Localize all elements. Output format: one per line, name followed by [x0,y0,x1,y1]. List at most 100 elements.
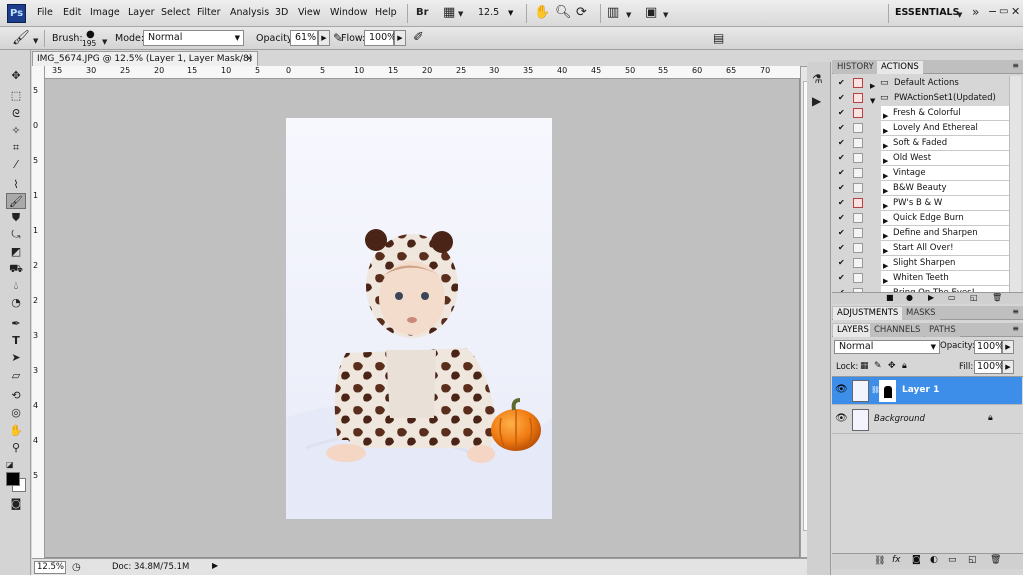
link-layers-icon[interactable]: ⛓ [874,556,885,566]
actions-scrollbar[interactable] [1009,76,1021,292]
dialog-toggle-icon[interactable] [853,123,863,133]
tab-masks[interactable]: MASKS [902,307,940,320]
new-layer-icon[interactable]: ◱ [968,555,977,565]
menu-filter[interactable]: Filter [197,7,221,18]
chevron-down-icon[interactable]: ▼ [663,8,668,22]
checkmark-icon[interactable]: ✔ [838,274,846,282]
foreground-color-swatch[interactable] [6,472,20,486]
new-group-icon[interactable]: ▭ [948,555,957,565]
zoom-tool-icon[interactable]: ⚲ [6,440,26,456]
panel-menu-icon[interactable]: ≡ [1012,307,1019,316]
dialog-toggle-icon[interactable] [853,228,863,238]
3d-orbit-tool-icon[interactable]: ◎ [6,405,26,421]
action-row[interactable]: ✔ ▶ B&W Beauty [834,181,1009,196]
chevron-down-icon[interactable]: ▼ [626,8,631,22]
menu-select[interactable]: Select [161,7,190,18]
stop-icon[interactable]: ■ [886,293,894,302]
menu-edit[interactable]: Edit [63,7,81,18]
arrange-documents-icon[interactable]: ▥ [607,6,619,20]
dialog-toggle-icon[interactable] [853,78,863,88]
actions-panel-icon[interactable]: ▶ [812,94,821,108]
tab-adjustments[interactable]: ADJUSTMENTS [833,307,903,320]
action-row[interactable]: ✔ ▶ Soft & Faded [834,136,1009,151]
brush-tool-preset-icon[interactable]: 🖌︎ [12,31,30,45]
action-row[interactable]: ✔ ▶ Vintage [834,166,1009,181]
action-set-row[interactable]: ✔ ▶ ▭ Default Actions [834,76,1009,91]
eye-icon[interactable]: 👁︎ [835,384,848,395]
menu-window[interactable]: Window [330,7,367,18]
action-row[interactable]: ✔ ▶ Quick Edge Burn [834,211,1009,226]
3d-rotate-tool-icon[interactable]: ⟲ [6,388,26,404]
path-selection-tool-icon[interactable]: ➤ [6,350,26,366]
rotate-view-icon[interactable]: ⟳ [576,6,587,20]
opacity-slider-button[interactable]: ▶ [318,30,330,46]
action-row[interactable]: ✔ ▶ PW's B & W [834,196,1009,211]
dialog-toggle-icon[interactable] [853,243,863,253]
checkmark-icon[interactable]: ✔ [838,184,846,192]
crop-tool-icon[interactable]: ⌗ [6,140,26,156]
preview-icon[interactable]: ◷ [72,561,81,575]
document-tab[interactable]: IMG_5674.JPG @ 12.5% (Layer 1, Layer Mas… [32,51,258,78]
clone-stamp-tool-icon[interactable]: ⛊ [6,210,26,226]
document-image[interactable] [286,118,552,519]
layer-mask-thumbnail[interactable] [879,380,896,402]
add-mask-icon[interactable]: ◙ [912,555,921,565]
checkmark-icon[interactable]: ✔ [838,169,846,177]
dialog-toggle-icon[interactable] [853,273,863,283]
dialog-toggle-icon[interactable] [853,183,863,193]
tab-channels[interactable]: CHANNELS [870,324,925,337]
action-row[interactable]: ✔ ▶ Lovely And Ethereal [834,121,1009,136]
action-row[interactable]: ✔ ▶ Old West [834,151,1009,166]
action-row[interactable]: ✔ ▶ Whiten Teeth [834,271,1009,286]
menu-view[interactable]: View [298,7,321,18]
dialog-toggle-icon[interactable] [853,168,863,178]
brush-panel-icon[interactable]: ▤ [713,31,724,45]
dialog-toggle-icon[interactable] [853,108,863,118]
layer-opacity-slider[interactable]: ▶ [1002,340,1014,354]
checkmark-icon[interactable]: ✔ [838,259,846,267]
hand-tool-icon[interactable]: ✋ [6,423,26,439]
history-panel-icon[interactable]: ⚗ [812,72,823,86]
menu-help[interactable]: Help [375,7,397,18]
lock-position-icon[interactable]: ✥ [888,361,896,371]
airbrush-icon[interactable]: ✐ [413,31,424,45]
opacity-field[interactable]: 61% [290,30,318,46]
layer-name[interactable]: Layer 1 [902,385,939,395]
menu-file[interactable]: File [37,7,53,18]
double-chevron-icon[interactable]: » [972,5,979,19]
new-set-icon[interactable]: ▭ [948,293,956,302]
brush-tool-icon[interactable]: 🖌︎ [6,193,26,209]
brush-picker[interactable]: ● 195 [80,29,100,49]
dialog-toggle-icon[interactable] [853,258,863,268]
close-icon[interactable]: × [245,52,253,66]
lock-pixels-icon[interactable]: ✎ [874,361,882,371]
layer-style-icon[interactable]: fx [892,555,901,565]
checkmark-icon[interactable]: ✔ [838,214,846,222]
healing-brush-tool-icon[interactable]: ⌇ [6,177,26,193]
dodge-tool-icon[interactable]: ◔ [6,295,26,311]
pen-tool-icon[interactable]: ✒ [6,316,26,332]
move-tool-icon[interactable]: ✥ [6,68,26,84]
view-extras-button[interactable]: ▦ ▼ [440,5,466,21]
dialog-toggle-icon[interactable] [853,213,863,223]
chevron-down-icon[interactable]: ▼ [102,35,107,49]
flow-slider-button[interactable]: ▶ [394,30,406,46]
menu-image[interactable]: Image [90,7,120,18]
type-tool-icon[interactable]: T [6,333,26,349]
action-row[interactable]: ✔ ▶ Slight Sharpen [834,256,1009,271]
dialog-toggle-icon[interactable] [853,153,863,163]
quick-mask-icon[interactable]: ◙ [6,496,26,512]
menu-3d[interactable]: 3D [275,7,288,18]
checkmark-icon[interactable]: ✔ [838,94,846,102]
zoom-level-menu[interactable]: 12.5 ▼ [478,5,528,21]
layer-row[interactable]: 👁︎ Background 🔒︎ [832,406,1022,434]
layer-row[interactable]: 👁︎ ⛓ Layer 1 [832,377,1022,405]
status-menu-arrow-icon[interactable]: ▶ [212,561,218,570]
flow-field[interactable]: 100% [364,30,396,46]
minimize-icon[interactable]: − [988,5,997,19]
checkmark-icon[interactable]: ✔ [838,229,846,237]
checkmark-icon[interactable]: ✔ [838,154,846,162]
paint-bucket-tool-icon[interactable]: ⛟ [6,261,26,277]
checkmark-icon[interactable]: ✔ [838,244,846,252]
adjustment-layer-icon[interactable]: ◐ [930,555,938,565]
